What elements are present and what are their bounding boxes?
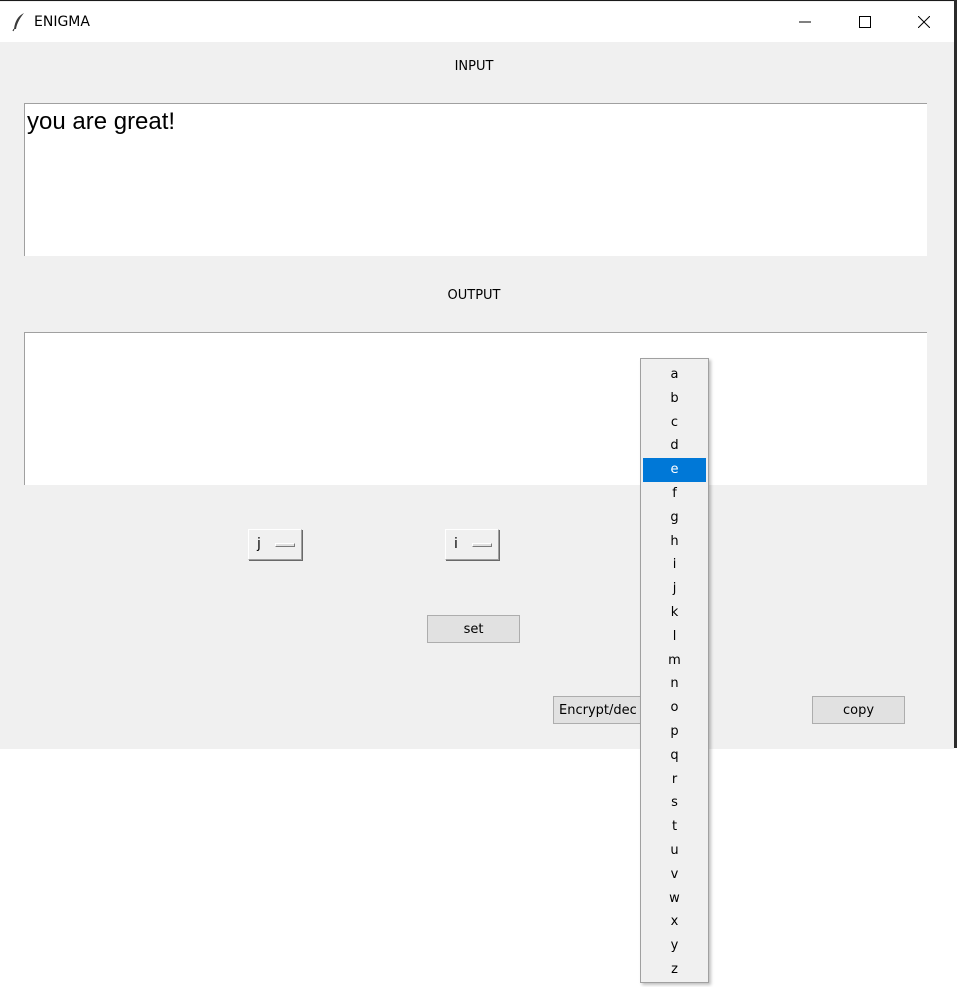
enigma-window: ENIGMA INPUT you are great! OUTPUT j i s… xyxy=(0,0,954,749)
window-title: ENIGMA xyxy=(34,14,90,30)
dropdown-option-t[interactable]: t xyxy=(643,815,706,839)
minimize-button[interactable] xyxy=(776,2,834,42)
rotor-1-value: j xyxy=(257,536,261,552)
dropdown-option-a[interactable]: a xyxy=(643,363,706,387)
output-textbox[interactable] xyxy=(24,332,927,485)
option-menu-indicator-icon xyxy=(275,543,295,547)
dropdown-option-r[interactable]: r xyxy=(643,768,706,792)
dropdown-option-n[interactable]: n xyxy=(643,672,706,696)
input-textbox[interactable]: you are great! xyxy=(24,103,927,256)
rotor-2-option-menu[interactable]: i xyxy=(445,529,499,560)
dropdown-option-m[interactable]: m xyxy=(643,649,706,673)
dropdown-option-e[interactable]: e xyxy=(643,458,706,482)
dropdown-option-u[interactable]: u xyxy=(643,839,706,863)
maximize-icon xyxy=(859,16,871,28)
dropdown-option-q[interactable]: q xyxy=(643,744,706,768)
close-button[interactable] xyxy=(895,2,953,42)
dropdown-option-s[interactable]: s xyxy=(643,791,706,815)
encrypt-decrypt-button[interactable]: Encrypt/dec xyxy=(553,696,653,724)
title-bar[interactable]: ENIGMA xyxy=(0,2,954,42)
dropdown-option-f[interactable]: f xyxy=(643,482,706,506)
rotor-dropdown-menu[interactable]: abcdefghijklmnopqrstuvwxyz xyxy=(640,358,709,983)
rotor-2-value: i xyxy=(454,536,458,552)
feather-icon xyxy=(11,12,27,32)
dropdown-option-l[interactable]: l xyxy=(643,625,706,649)
dropdown-option-j[interactable]: j xyxy=(643,577,706,601)
dropdown-option-g[interactable]: g xyxy=(643,506,706,530)
dropdown-option-y[interactable]: y xyxy=(643,934,706,958)
dropdown-option-d[interactable]: d xyxy=(643,434,706,458)
output-label: OUTPUT xyxy=(447,288,501,303)
close-icon xyxy=(918,16,930,28)
option-menu-indicator-icon xyxy=(472,543,492,547)
rotor-1-option-menu[interactable]: j xyxy=(248,529,302,560)
dropdown-option-w[interactable]: w xyxy=(643,887,706,911)
maximize-button[interactable] xyxy=(836,2,894,42)
input-label: INPUT xyxy=(454,59,494,74)
minimize-icon xyxy=(799,21,811,23)
dropdown-option-b[interactable]: b xyxy=(643,387,706,411)
dropdown-option-v[interactable]: v xyxy=(643,863,706,887)
dropdown-option-z[interactable]: z xyxy=(643,958,706,982)
dropdown-option-list: abcdefghijklmnopqrstuvwxyz xyxy=(641,363,708,982)
copy-button[interactable]: copy xyxy=(812,696,905,724)
dropdown-option-c[interactable]: c xyxy=(643,411,706,435)
dropdown-option-p[interactable]: p xyxy=(643,720,706,744)
set-button[interactable]: set xyxy=(427,615,520,643)
dropdown-option-h[interactable]: h xyxy=(643,530,706,554)
dropdown-option-o[interactable]: o xyxy=(643,696,706,720)
dropdown-option-x[interactable]: x xyxy=(643,910,706,934)
dropdown-option-k[interactable]: k xyxy=(643,601,706,625)
dropdown-option-i[interactable]: i xyxy=(643,553,706,577)
